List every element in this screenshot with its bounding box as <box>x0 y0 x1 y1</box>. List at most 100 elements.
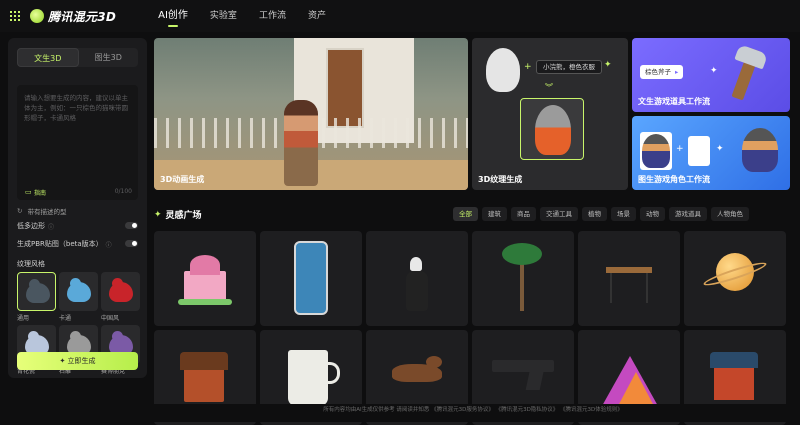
generate-button[interactable]: ✦ 立即生成 <box>17 352 138 370</box>
plus-icon: + <box>524 62 532 72</box>
creation-panel: 文生3D 图生3D 请输入想要生成的内容，建议以单主体为主，例如：一只棕色的猫咪… <box>8 38 147 378</box>
table-leg <box>610 273 612 303</box>
banner-3d-texture[interactable]: + 小浣熊，橙色衣服 ✦ ︾ 3D纹理生成 <box>472 38 628 190</box>
mug-body <box>288 350 328 406</box>
send-icon: ▸ <box>675 68 679 76</box>
filter-game-props[interactable]: 游戏道具 <box>669 207 707 221</box>
style-chinese[interactable]: 中国风 <box>101 272 140 322</box>
ref-row[interactable]: ↻ 带有描述的型 <box>17 206 66 216</box>
banner-title: 3D纹理生成 <box>478 175 523 184</box>
info-icon[interactable]: ⓘ <box>48 222 54 231</box>
guide-icon[interactable]: ▭ <box>25 188 32 196</box>
ref-label: 带有描述的型 <box>27 208 67 216</box>
style-section-label: 纹理风格 <box>17 260 45 268</box>
guide-link[interactable]: 指南 <box>34 188 46 197</box>
style-thumb <box>17 272 56 311</box>
banner-3d-animation[interactable]: 3D动画生成 <box>154 38 468 190</box>
plus-icon: + <box>676 144 684 154</box>
app-logo[interactable]: 腾讯混元3D <box>30 8 116 25</box>
sculpture-head <box>410 257 422 271</box>
gallery-card-table[interactable] <box>578 231 680 326</box>
footer-notice: 所有内容均由AI生成仅供参考 请阅读并知悉 《腾讯混元3D服务协议》 《腾讯混元… <box>154 404 792 422</box>
generate-label: 立即生成 <box>67 357 96 365</box>
style-general[interactable]: 通用 <box>17 272 56 322</box>
pbr-option: 生成PBR贴图（beta版本） ⓘ <box>17 238 138 250</box>
sparkle-icon: ✦ <box>710 66 718 76</box>
gallery-card-pink-castle[interactable] <box>154 231 256 326</box>
style-label: 卡通 <box>59 315 72 322</box>
nav-lab[interactable]: 实验室 <box>210 0 237 32</box>
prompt-textarea[interactable]: 请输入想要生成的内容，建议以单主体为主，例如：一只棕色的猫咪带圆形帽子，卡通风格… <box>17 85 138 200</box>
inspiration-title-text: 灵感广场 <box>165 211 202 221</box>
pistol-barrel <box>492 360 554 372</box>
cabin-roof <box>710 352 758 368</box>
castle-body <box>184 271 226 301</box>
prop-chip-text: 棕色斧子 <box>645 68 671 76</box>
cabin-body <box>714 366 754 400</box>
house-roof <box>180 352 228 370</box>
phone-screen <box>294 241 328 315</box>
sparkle-icon: ✦ <box>716 144 724 154</box>
apps-grid-icon[interactable] <box>10 11 20 21</box>
pose-reference <box>688 136 710 166</box>
filter-characters[interactable]: 人物角色 <box>711 207 749 221</box>
banner-text-prop-workflow[interactable]: 棕色斧子 ▸ ✦ 文生游戏道具工作流 <box>632 38 790 112</box>
filter-scenes[interactable]: 场景 <box>611 207 636 221</box>
gallery-card-smartphone[interactable] <box>260 231 362 326</box>
low-poly-toggle[interactable] <box>125 222 138 229</box>
top-bar: 腾讯混元3D AI创作 实验室 工作流 资产 <box>0 0 800 32</box>
castle-base <box>178 299 232 305</box>
house-door <box>326 48 364 128</box>
axe-model <box>731 47 761 101</box>
low-poly-label: 低多边形 <box>17 222 45 230</box>
sparkle-icon: ✦ <box>154 209 162 220</box>
style-thumb <box>101 272 140 311</box>
crystal-peak <box>618 372 654 406</box>
category-filters: 全部 建筑 商品 交通工具 植物 场景 动物 游戏道具 人物角色 <box>449 207 749 221</box>
filter-plants[interactable]: 植物 <box>582 207 607 221</box>
filter-architecture[interactable]: 建筑 <box>482 207 507 221</box>
info-icon[interactable]: ⓘ <box>106 240 112 249</box>
filter-vehicles[interactable]: 交通工具 <box>540 207 578 221</box>
app-name: 腾讯混元3D <box>48 9 117 24</box>
filter-goods[interactable]: 商品 <box>511 207 536 221</box>
main-nav: AI创作 实验室 工作流 资产 <box>158 0 348 32</box>
banner-title: 文生游戏道具工作流 <box>638 97 710 106</box>
dino-head <box>426 356 442 368</box>
mode-tabs: 文生3D 图生3D <box>17 48 138 67</box>
dwarf-sketch <box>642 134 670 168</box>
sculpture-body <box>406 271 428 311</box>
dwarf-model <box>742 128 778 172</box>
nav-ai-create[interactable]: AI创作 <box>158 0 188 32</box>
character-figure <box>284 100 318 186</box>
tab-text-to-3d[interactable]: 文生3D <box>17 48 79 67</box>
reference-image <box>640 132 672 170</box>
char-counter: 0/100 <box>114 188 132 195</box>
raccoon-textured <box>535 105 571 155</box>
tab-image-to-3d[interactable]: 图生3D <box>79 48 139 67</box>
raccoon-preview <box>520 98 584 160</box>
gallery-card-palm-tree[interactable] <box>472 231 574 326</box>
inspiration-gallery <box>154 231 792 425</box>
style-label: 中国风 <box>101 315 120 322</box>
prop-prompt-chip: 棕色斧子 ▸ <box>640 65 684 79</box>
castle-roof <box>190 255 220 275</box>
raccoon-untextured <box>486 48 520 92</box>
pbr-label: 生成PBR贴图（beta版本） <box>17 240 103 248</box>
banner-image-character-workflow[interactable]: + ✦ 图生游戏角色工作流 <box>632 116 790 190</box>
nav-assets[interactable]: 资产 <box>308 0 326 32</box>
chevron-down-icon: ︾ <box>545 83 553 92</box>
filter-animals[interactable]: 动物 <box>640 207 665 221</box>
mug-handle <box>326 362 340 384</box>
nav-workflow[interactable]: 工作流 <box>259 0 286 32</box>
table-leg <box>646 273 648 303</box>
low-poly-option: 低多边形 ⓘ <box>17 220 138 232</box>
style-cartoon[interactable]: 卡通 <box>59 272 98 322</box>
pbr-toggle[interactable] <box>125 240 138 247</box>
style-thumb <box>59 272 98 311</box>
filter-all[interactable]: 全部 <box>453 207 478 221</box>
style-label: 通用 <box>17 315 30 322</box>
gallery-card-sculpture[interactable] <box>366 231 468 326</box>
prompt-chip: 小浣熊，橙色衣服 <box>536 60 602 74</box>
gallery-card-planet[interactable] <box>684 231 786 326</box>
